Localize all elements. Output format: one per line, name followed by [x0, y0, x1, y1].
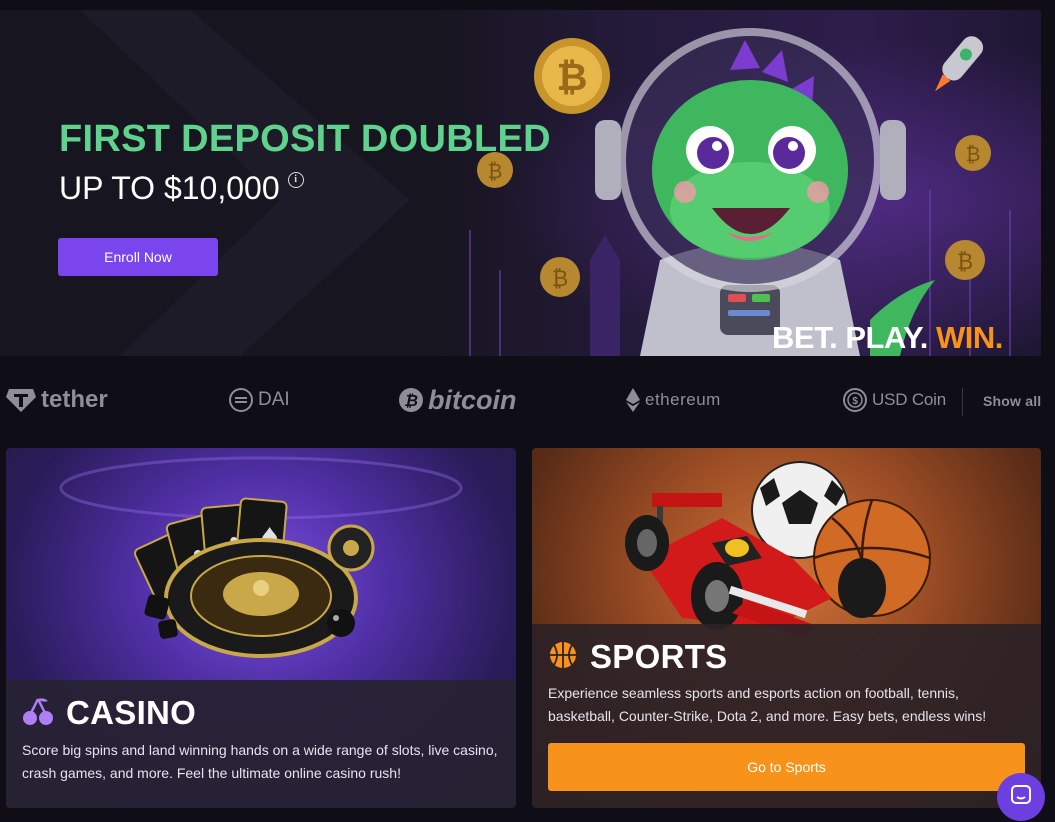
svg-text:₿: ₿: [488, 161, 503, 183]
hero-illustration: ₿ ₿ ₿ ₿ ₿: [430, 10, 1041, 356]
coin-label: bitcoin: [428, 384, 517, 415]
coin-usdc: $ USD Coin: [843, 380, 946, 420]
sports-heading: SPORTS: [548, 638, 728, 676]
basketball-icon: [548, 640, 578, 675]
enroll-now-button[interactable]: Enroll Now: [58, 238, 218, 276]
coins-divider: [962, 388, 963, 416]
coin-label: tether: [41, 386, 108, 413]
casino-heading: CASINO: [22, 694, 196, 732]
show-all-link[interactable]: Show all: [983, 393, 1041, 409]
sports-card[interactable]: SPORTS Experience seamless sports and es…: [532, 448, 1041, 808]
hero-tagline: BET. PLAY. WIN.: [772, 320, 1003, 356]
supported-coins-strip: tether DAI ₿ bitcoin ethereum $ USD Coin: [0, 380, 1055, 420]
hero-subtitle-text: UP TO $10,000: [59, 170, 280, 206]
coin-ethereum: ethereum: [626, 380, 721, 420]
casino-info-panel: CASINO Score big spins and land winning …: [6, 680, 516, 808]
svg-text:₿: ₿: [966, 144, 981, 166]
dino-astronaut-illustration: ₿ ₿ ₿ ₿ ₿: [469, 28, 1011, 356]
casino-description: Score big spins and land winning hands o…: [22, 742, 498, 781]
sports-title: SPORTS: [590, 638, 728, 675]
info-icon[interactable]: i: [287, 172, 304, 188]
bitcoin-icon: ₿: [399, 388, 423, 412]
usdc-icon: $: [843, 388, 867, 412]
tether-icon: [6, 387, 36, 413]
casino-title: CASINO: [66, 694, 197, 731]
tagline-play: PLAY.: [845, 320, 928, 355]
dai-icon: [229, 388, 253, 412]
svg-text:₿: ₿: [552, 266, 568, 291]
coin-bitcoin: ₿ bitcoin: [399, 380, 517, 420]
tagline-bet: BET.: [772, 320, 838, 355]
svg-text:₿: ₿: [557, 57, 588, 99]
sports-description: Experience seamless sports and esports a…: [548, 685, 987, 724]
coin-dai: DAI: [229, 380, 290, 420]
svg-text:$: $: [852, 396, 858, 407]
svg-text:₿: ₿: [957, 249, 973, 274]
svg-text:₿: ₿: [404, 392, 418, 410]
hero-banner: ₿ ₿ ₿ ₿ ₿ FIRST DEPOSIT DOUBLED UP TO $1…: [0, 10, 1041, 356]
chat-icon: [1009, 783, 1033, 812]
tagline-win: WIN.: [935, 320, 1003, 355]
coin-tether: tether: [6, 380, 108, 420]
sports-info-panel: SPORTS Experience seamless sports and es…: [532, 624, 1041, 808]
ethereum-icon: [626, 388, 640, 412]
casino-card[interactable]: ♠ ♣ ♥ CASINO Score big spins and land wi…: [6, 448, 516, 808]
coin-label: USD Coin: [872, 390, 946, 409]
go-to-sports-button[interactable]: Go to Sports: [548, 743, 1025, 791]
cherries-icon: [22, 697, 54, 730]
coin-label: ethereum: [645, 390, 721, 409]
coin-label: DAI: [258, 389, 290, 410]
hero-subtitle: UP TO $10,000 i: [59, 170, 304, 207]
hero-title: FIRST DEPOSIT DOUBLED: [59, 118, 551, 160]
chat-launcher-button[interactable]: [997, 773, 1045, 821]
